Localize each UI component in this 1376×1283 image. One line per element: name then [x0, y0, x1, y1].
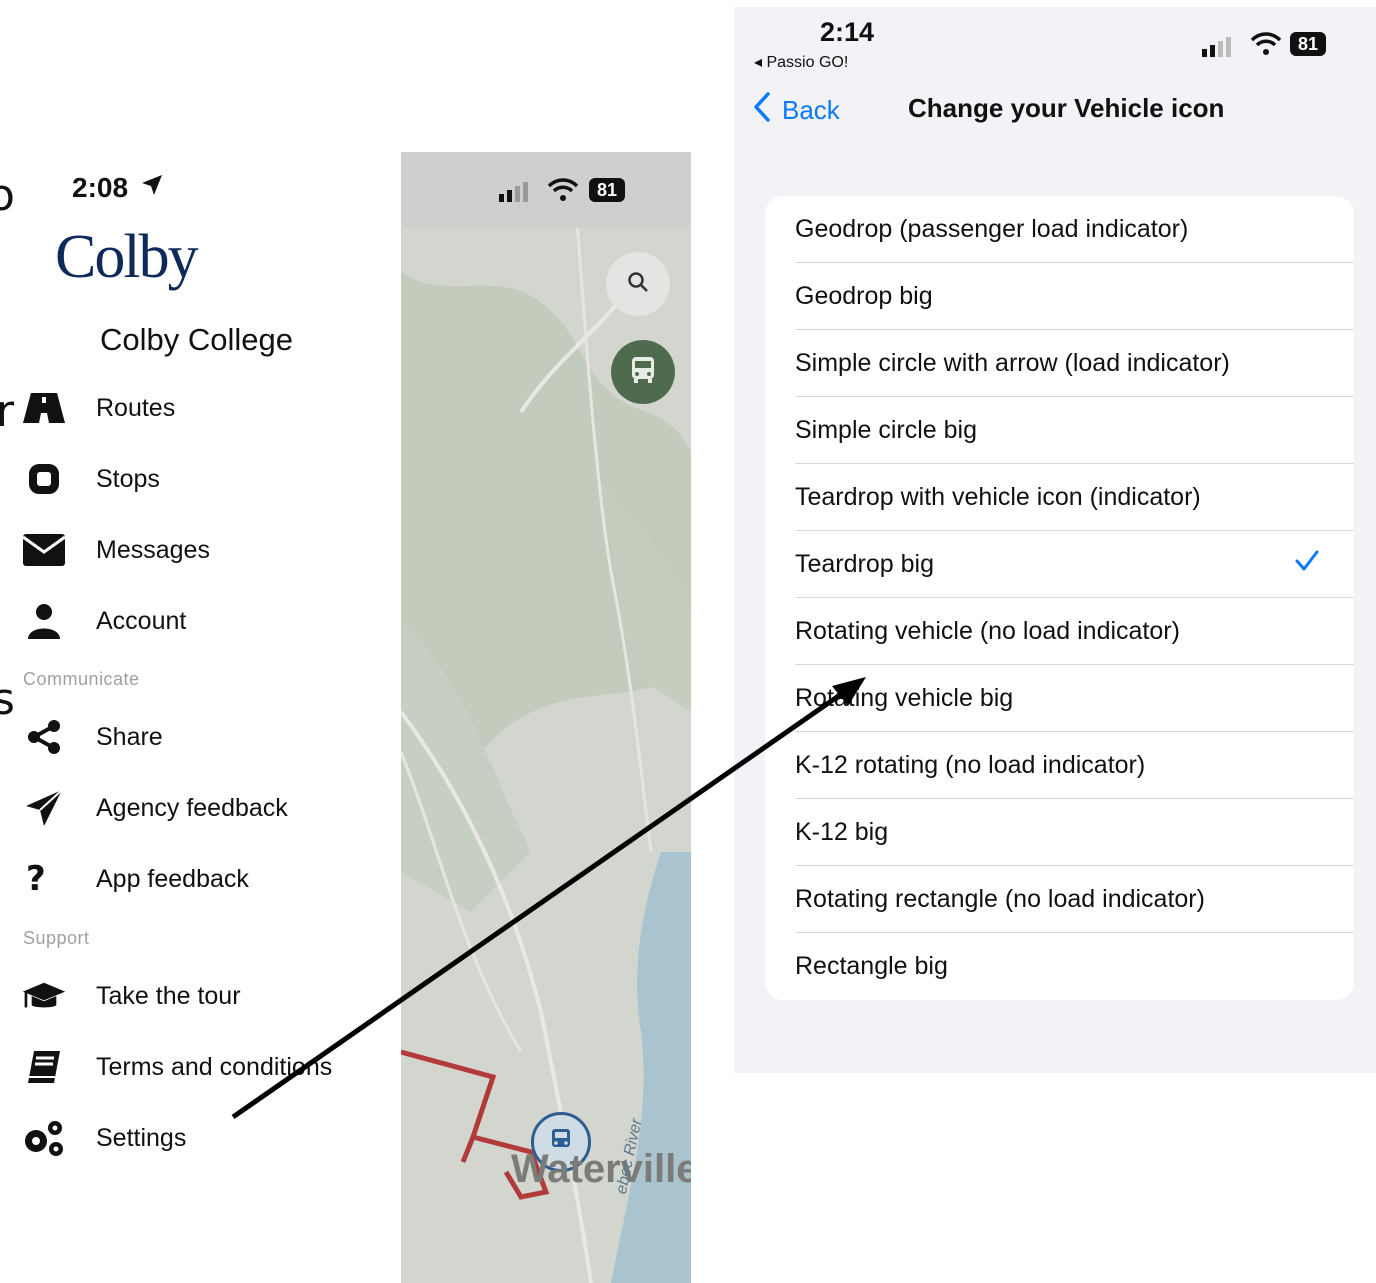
option-label: Rotating vehicle (no load indicator): [795, 617, 1180, 645]
option-row-selected[interactable]: Teardrop big: [765, 531, 1354, 598]
status-time: 2:08: [72, 172, 164, 204]
share-icon: [22, 715, 66, 759]
menu-item-label: Messages: [96, 535, 210, 564]
option-label: K-12 big: [795, 818, 889, 846]
option-row[interactable]: Rectangle big: [765, 933, 1354, 1000]
option-row[interactable]: Rotating rectangle (no load indicator): [765, 866, 1354, 933]
back-to-app-link[interactable]: ◂ Passio GO!: [754, 52, 848, 72]
option-label: Simple circle with arrow (load indicator…: [795, 349, 1230, 377]
menu-item-settings[interactable]: Settings: [0, 1113, 380, 1163]
menu-item-label: Agency feedback: [96, 793, 288, 822]
option-row[interactable]: K-12 rotating (no load indicator): [765, 732, 1354, 799]
book-icon: [22, 1045, 66, 1089]
menu-item-label: Routes: [96, 393, 176, 422]
option-label: Geodrop (passenger load indicator): [795, 215, 1189, 243]
chevron-left-icon: [752, 91, 772, 130]
battery-indicator: 81: [1290, 32, 1326, 56]
battery-indicator: 81: [589, 178, 625, 202]
menu-item-messages[interactable]: Messages: [0, 525, 380, 575]
graduation-cap-icon: [22, 974, 66, 1018]
option-label: Rotating vehicle big: [795, 684, 1014, 712]
menu-item-label: Account: [96, 606, 187, 635]
option-label: Simple circle big: [795, 416, 978, 444]
option-row[interactable]: Simple circle big: [765, 397, 1354, 464]
section-header-support: Support: [23, 928, 90, 948]
option-row[interactable]: K-12 big: [765, 799, 1354, 866]
menu-item-label: Terms and conditions: [96, 1052, 333, 1081]
search-icon: [627, 271, 649, 298]
location-arrow-icon: [140, 172, 164, 204]
back-button[interactable]: Back: [752, 91, 840, 130]
wifi-icon: [547, 178, 579, 207]
wifi-icon: [1250, 32, 1282, 61]
map-search-button[interactable]: [606, 252, 670, 316]
colby-logo: Colby: [55, 223, 199, 291]
menu-item-agency-feedback[interactable]: Agency feedback: [0, 783, 380, 833]
settings-screen: 2:14 ◂ Passio GO! 81 Back Change your Ve…: [734, 7, 1376, 1073]
status-time: 2:14: [820, 17, 875, 47]
menu-item-label: App feedback: [96, 864, 249, 893]
menu-item-routes[interactable]: Routes: [0, 383, 380, 433]
option-label: Rectangle big: [795, 952, 948, 980]
menu-item-share[interactable]: Share: [0, 712, 380, 762]
map-status-bar: 81: [401, 152, 691, 228]
option-row[interactable]: Geodrop big: [765, 263, 1354, 330]
map-city-label: Waterville: [511, 1147, 691, 1191]
question-icon: ?: [26, 859, 46, 899]
option-label: K-12 rotating (no load indicator): [795, 751, 1146, 779]
menu-item-take-the-tour[interactable]: Take the tour: [0, 971, 380, 1021]
option-label: Geodrop big: [795, 282, 933, 310]
back-button-label: Back: [782, 95, 840, 125]
option-label: Rotating rectangle (no load indicator): [795, 885, 1205, 913]
page-title: Change your Vehicle icon: [908, 93, 1225, 123]
status-time-text: 2:08: [72, 172, 129, 203]
bus-icon: [629, 355, 657, 390]
vehicle-icon-options-list: Geodrop (passenger load indicator) Geodr…: [765, 196, 1354, 1000]
signal-icon: [1202, 35, 1236, 62]
option-label: Teardrop with vehicle icon (indicator): [795, 483, 1201, 511]
clipped-char: o: [0, 170, 15, 221]
section-header-communicate: Communicate: [23, 669, 140, 689]
vehicle-toggle-button[interactable]: [611, 340, 675, 404]
menu-item-label: Stops: [96, 464, 160, 493]
menu-item-stops[interactable]: Stops: [0, 454, 380, 504]
org-name: Colby College: [100, 322, 293, 357]
option-row[interactable]: Simple circle with arrow (load indicator…: [765, 330, 1354, 397]
option-row[interactable]: Rotating vehicle (no load indicator): [765, 598, 1354, 665]
option-label: Teardrop big: [795, 550, 934, 578]
signal-icon: [499, 180, 533, 207]
user-icon: [22, 599, 66, 643]
menu-item-label: Take the tour: [96, 981, 241, 1010]
map-view[interactable]: 81 Waterville ebec River: [401, 152, 691, 1283]
map-background: [401, 152, 691, 1283]
paper-plane-icon: [22, 786, 66, 830]
road-icon: [22, 386, 66, 430]
stop-icon: [22, 457, 66, 501]
envelope-icon: [22, 528, 66, 572]
menu-item-account[interactable]: Account: [0, 596, 380, 646]
menu-item-label: Share: [96, 722, 163, 751]
option-row[interactable]: Geodrop (passenger load indicator): [765, 196, 1354, 263]
menu-item-terms[interactable]: Terms and conditions: [0, 1042, 380, 1092]
option-row[interactable]: Teardrop with vehicle icon (indicator): [765, 464, 1354, 531]
menu-item-label: Settings: [96, 1123, 187, 1152]
checkmark-icon: [1294, 548, 1320, 579]
menu-item-app-feedback[interactable]: ? App feedback: [0, 854, 380, 904]
option-row[interactable]: Rotating vehicle big: [765, 665, 1354, 732]
gears-icon: [22, 1116, 66, 1160]
